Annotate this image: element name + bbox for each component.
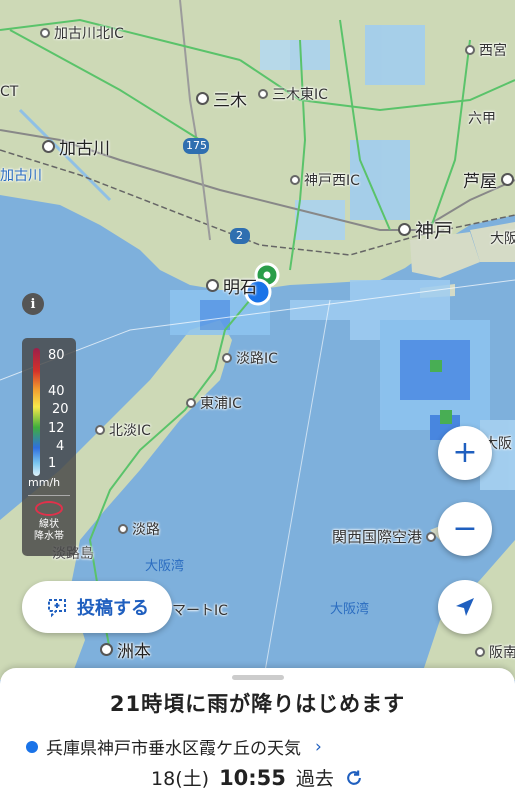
navigation-arrow-icon — [456, 598, 474, 616]
linear-rainband-icon — [35, 501, 63, 516]
legend-unit: mm/h — [28, 476, 61, 489]
forecast-message: 21時頃に雨が降りはじめます — [109, 692, 406, 716]
place-rokko: 六甲 — [468, 111, 496, 127]
info-icon[interactable]: i — [22, 293, 44, 315]
linear-rainband-label: 線状 降水帯 — [34, 519, 64, 542]
place-nishinomiya: 西宮 — [465, 40, 507, 60]
plus-icon: + — [452, 435, 478, 470]
sea-osaka-bay-2: 大阪湾 — [330, 602, 370, 617]
post-icon — [48, 599, 66, 618]
location-name: 兵庫県神戸市垂水区霞ケ丘の天気 — [46, 739, 301, 759]
legend-color-bar — [33, 348, 40, 476]
mode-label[interactable]: 過去 — [296, 764, 334, 791]
minus-icon: − — [452, 511, 478, 546]
place-awaji-ic: 淡路IC — [222, 348, 278, 368]
zoom-in-button[interactable]: + — [438, 426, 492, 480]
legend-value-12: 12 — [48, 421, 65, 436]
legend-value-40: 40 — [48, 384, 65, 399]
river-kakogawa: 加古川 — [0, 168, 42, 184]
location-dot-icon — [26, 740, 38, 753]
current-location-button[interactable] — [438, 580, 492, 634]
legend-value-80: 80 — [48, 348, 65, 363]
place-ct: CT — [0, 84, 19, 100]
date-label: 18(土) — [151, 768, 210, 790]
legend-value-20: 20 — [52, 402, 69, 417]
bottom-sheet[interactable]: 21時頃に雨が降りはじめます 兵庫県神戸市垂水区霞ケ丘の天気 › 18(土) 1… — [0, 668, 515, 800]
zoom-out-button[interactable]: − — [438, 502, 492, 556]
place-kansai-airport: 関西国際空港 — [332, 526, 437, 547]
sea-osaka-bay-1: 大阪湾 — [145, 559, 185, 574]
legend-divider — [28, 495, 70, 496]
place-kobe-nishi-ic: 神戸西IC — [290, 170, 360, 190]
weather-map[interactable]: 加古川北IC 西宮 CT 三木 三木東IC 六甲 加古川 175 神戸西IC 芦… — [0, 0, 515, 680]
refresh-icon[interactable] — [344, 768, 364, 788]
place-ashiya: 芦屋 — [463, 167, 514, 192]
place-mart-ic: マートIC — [172, 603, 228, 619]
sheet-drag-handle[interactable] — [232, 675, 284, 680]
place-sumoto: 洲本 — [100, 637, 151, 662]
place-higashiura-ic: 東浦IC — [186, 393, 242, 413]
post-button[interactable]: 投稿する — [22, 581, 172, 633]
place-miki: 三木 — [196, 86, 247, 111]
route-2-label: 2 — [236, 229, 243, 242]
time-label: 10:55 — [219, 765, 286, 790]
post-button-label: 投稿する — [77, 598, 149, 619]
place-akashi: 明石 — [206, 273, 257, 298]
place-hokudan-ic: 北淡IC — [95, 420, 151, 440]
legend-value-1: 1 — [48, 456, 57, 471]
chevron-right-icon: › — [315, 736, 322, 757]
location-weather-link[interactable]: 兵庫県神戸市垂水区霞ケ丘の天気 › — [26, 734, 322, 759]
place-hannan: 阪南 — [475, 642, 515, 662]
legend-value-4: 4 — [56, 439, 65, 454]
place-kakogawa: 加古川 — [42, 134, 110, 159]
time-row: 18(土) 10:55 過去 — [0, 764, 515, 791]
rain-legend: 80 40 20 12 4 1 mm/h 線状 降水帯 — [22, 338, 76, 556]
place-awaji: 淡路 — [118, 519, 160, 539]
place-kobe: 神戸 — [398, 216, 453, 243]
place-osaka: 大阪 — [490, 231, 515, 247]
route-175-label: 175 — [186, 139, 207, 152]
place-miki-higashi-ic: 三木東IC — [258, 84, 328, 104]
place-kakogawa-kita-ic: 加古川北IC — [40, 23, 124, 43]
